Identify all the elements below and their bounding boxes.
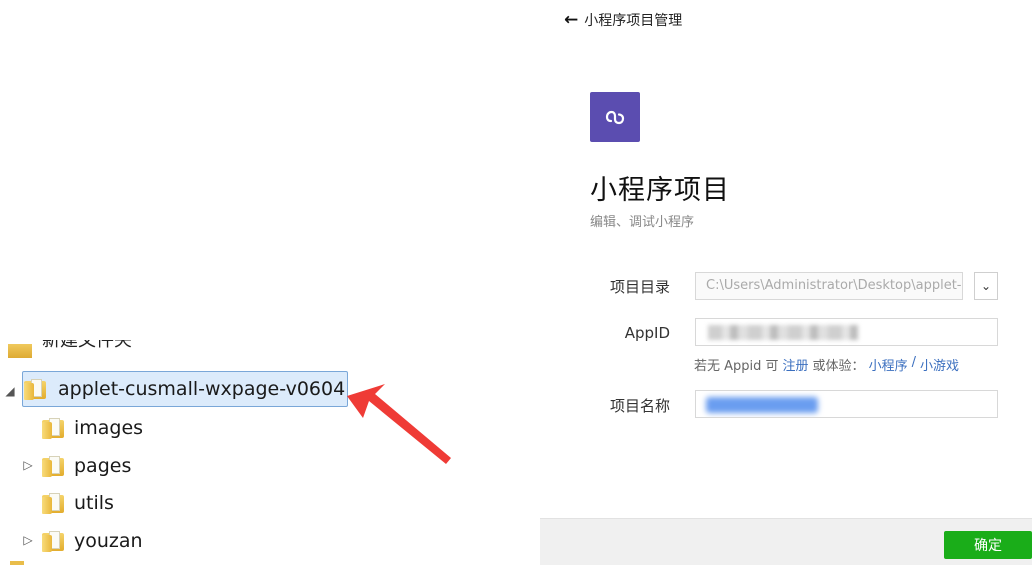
red-arrow-annotation — [347, 384, 451, 464]
project-name-label: 项目名称 — [609, 397, 670, 415]
folder-icon — [10, 561, 24, 565]
file-explorer-tree: 新建文件夹 ◢ applet-cusmall-wxpage-v0604 imag… — [0, 0, 540, 565]
tree-collapsed-icon[interactable]: ▷ — [22, 458, 34, 472]
appid-label: AppID — [624, 324, 670, 342]
mini-program-logo-icon — [590, 92, 640, 142]
dir-dropdown-button[interactable]: ⌄ — [974, 272, 998, 300]
new-project-panel: ← 小程序项目管理 小程序项目 编辑、调试小程序 项目目录 C:\Users\A… — [540, 0, 1032, 565]
project-dir-label: 项目目录 — [609, 278, 670, 296]
arrow-shape — [347, 384, 451, 464]
folder-icon — [8, 344, 32, 358]
back-navigation[interactable]: ← 小程序项目管理 — [564, 10, 682, 30]
folder-icon — [24, 378, 46, 400]
try-mini-program-link[interactable]: 小程序 — [869, 355, 908, 374]
tree-item-images[interactable]: images — [42, 410, 143, 446]
back-arrow-icon[interactable]: ← — [564, 10, 578, 30]
register-link[interactable]: 注册 — [783, 355, 809, 374]
tree-expanded-icon[interactable]: ◢ — [4, 384, 16, 398]
tree-collapsed-icon[interactable]: ▷ — [22, 533, 34, 547]
tree-item-label: applet-cusmall-wxpage-v0604 — [58, 378, 346, 400]
appid-input[interactable] — [695, 318, 998, 346]
folder-icon — [42, 530, 64, 552]
tree-item-applet-root[interactable]: applet-cusmall-wxpage-v0604 — [24, 371, 345, 407]
tree-item-label: youzan — [74, 530, 143, 552]
tree-item-pages[interactable]: pages — [42, 448, 131, 484]
project-dir-input[interactable]: C:\Users\Administrator\Desktop\applet-cu… — [695, 272, 963, 300]
tree-item-label: images — [74, 417, 144, 439]
folder-icon — [42, 417, 64, 439]
tree-item-utils[interactable]: utils — [42, 485, 114, 521]
redacted-appid — [708, 325, 858, 340]
folder-icon — [42, 455, 64, 477]
tree-item-youzan[interactable]: youzan — [42, 523, 143, 559]
try-mini-game-link[interactable]: 小游戏 — [920, 355, 959, 374]
panel-footer: 确定 — [540, 518, 1032, 565]
tree-item-label: pages — [74, 455, 132, 477]
chevron-down-icon: ⌄ — [980, 279, 992, 293]
redacted-project-name — [706, 397, 818, 413]
logo-glyph — [605, 110, 625, 125]
hint-separator: / — [911, 355, 916, 370]
appid-hint: 若无 Appid 可 注册 或体验： 小程序 / 小游戏 — [694, 355, 959, 374]
tree-item-label: utils — [74, 492, 114, 514]
folder-icon — [42, 492, 64, 514]
confirm-button[interactable]: 确定 — [944, 531, 1032, 559]
page-subtitle: 编辑、调试小程序 — [590, 215, 695, 230]
project-name-input[interactable] — [695, 390, 998, 418]
back-label: 小程序项目管理 — [584, 13, 683, 29]
page-title: 小程序项目 — [590, 175, 730, 206]
tree-item-partial-label: 新建文件夹 — [42, 340, 132, 351]
hint-middle: 或体验： — [812, 359, 865, 374]
hint-prefix: 若无 Appid 可 — [694, 359, 779, 374]
